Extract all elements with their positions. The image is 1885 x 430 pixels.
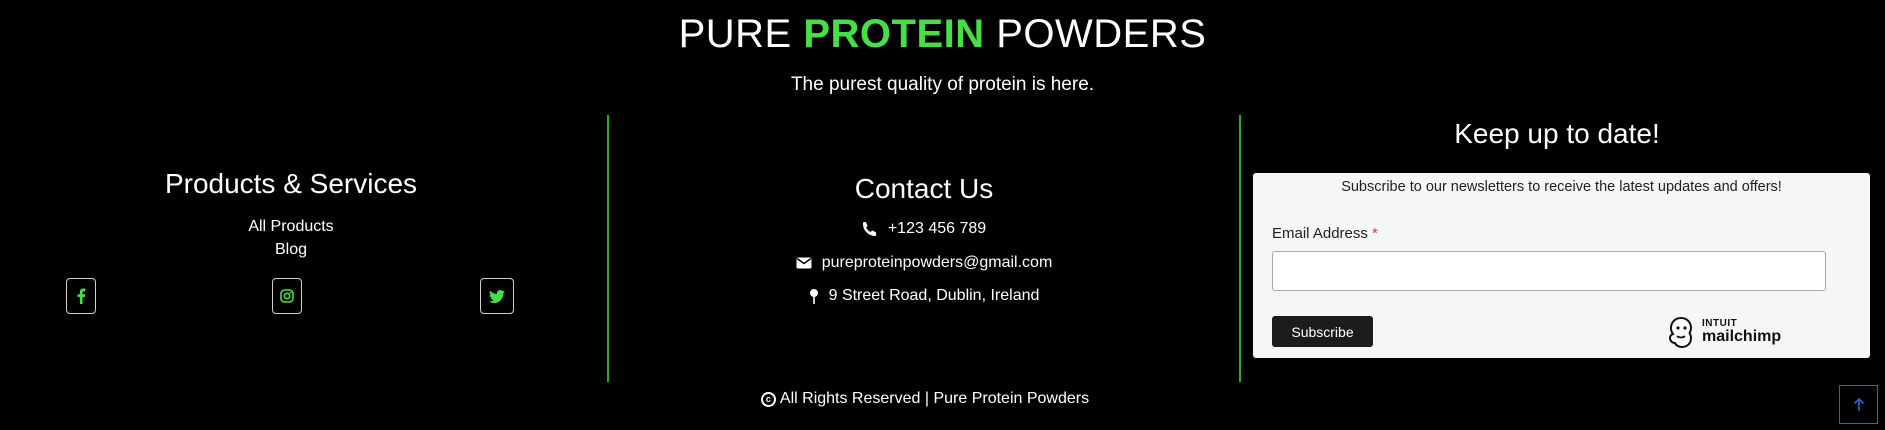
email-label: Email Address * — [1272, 225, 1378, 242]
products-title: Products & Services — [164, 168, 418, 199]
footer-copyright: c All Rights Reserved | Pure Protein Pow… — [0, 390, 1850, 408]
address-text: 9 Street Road, Dublin, Ireland — [828, 287, 1040, 304]
twitter-button[interactable] — [480, 278, 514, 314]
blog-link[interactable]: Blog — [0, 241, 582, 259]
map-pin-icon — [809, 288, 818, 304]
phone-number[interactable]: +123 456 789 — [888, 220, 986, 238]
email-address[interactable]: pureproteinpowders@gmail.com — [822, 254, 1053, 272]
mailchimp-logo-icon — [1668, 316, 1693, 348]
contact-phone: +123 456 789 — [610, 220, 1238, 238]
copyright-text: All Rights Reserved | Pure Protein Powde… — [779, 390, 1090, 407]
contact-email: pureproteinpowders@gmail.com — [610, 254, 1238, 272]
facebook-button[interactable] — [66, 278, 96, 314]
email-input[interactable] — [1272, 251, 1826, 291]
brand-part-2: POWDERS — [984, 12, 1207, 56]
email-label-text: Email Address — [1272, 225, 1368, 242]
newsletter-form: Subscribe to our newsletters to receive … — [1253, 173, 1870, 358]
contact-title: Contact Us — [854, 173, 994, 204]
envelope-icon — [796, 257, 812, 269]
required-asterisk: * — [1372, 225, 1378, 242]
all-products-link[interactable]: All Products — [0, 218, 582, 236]
mailchimp-text: mailchimp — [1702, 328, 1782, 345]
brand-accent: PROTEIN — [803, 12, 985, 56]
facebook-icon — [77, 288, 86, 304]
column-divider — [1239, 115, 1241, 382]
subscribe-button[interactable]: Subscribe — [1272, 316, 1373, 347]
instagram-icon — [280, 289, 294, 303]
copyright-icon: c — [760, 391, 776, 407]
instagram-button[interactable] — [272, 278, 302, 314]
mailchimp-wordmark: INTUIT mailchimp — [1702, 319, 1781, 345]
twitter-icon — [489, 289, 505, 303]
back-to-top-button[interactable] — [1839, 385, 1878, 424]
newsletter-description: Subscribe to our newsletters to receive … — [1341, 179, 1782, 195]
phone-icon — [862, 222, 876, 236]
arrow-up-icon — [1853, 397, 1864, 411]
mailchimp-badge[interactable]: INTUIT mailchimp — [1666, 316, 1781, 348]
column-divider — [607, 115, 609, 382]
contact-address: 9 Street Road, Dublin, Ireland — [610, 287, 1238, 305]
brand-part-1: PURE — [678, 12, 804, 56]
site-title: PURE PROTEIN POWDERS — [0, 12, 1885, 57]
newsletter-title: Keep up to date! — [1454, 118, 1660, 149]
tagline: The purest quality of protein is here. — [790, 74, 1095, 95]
